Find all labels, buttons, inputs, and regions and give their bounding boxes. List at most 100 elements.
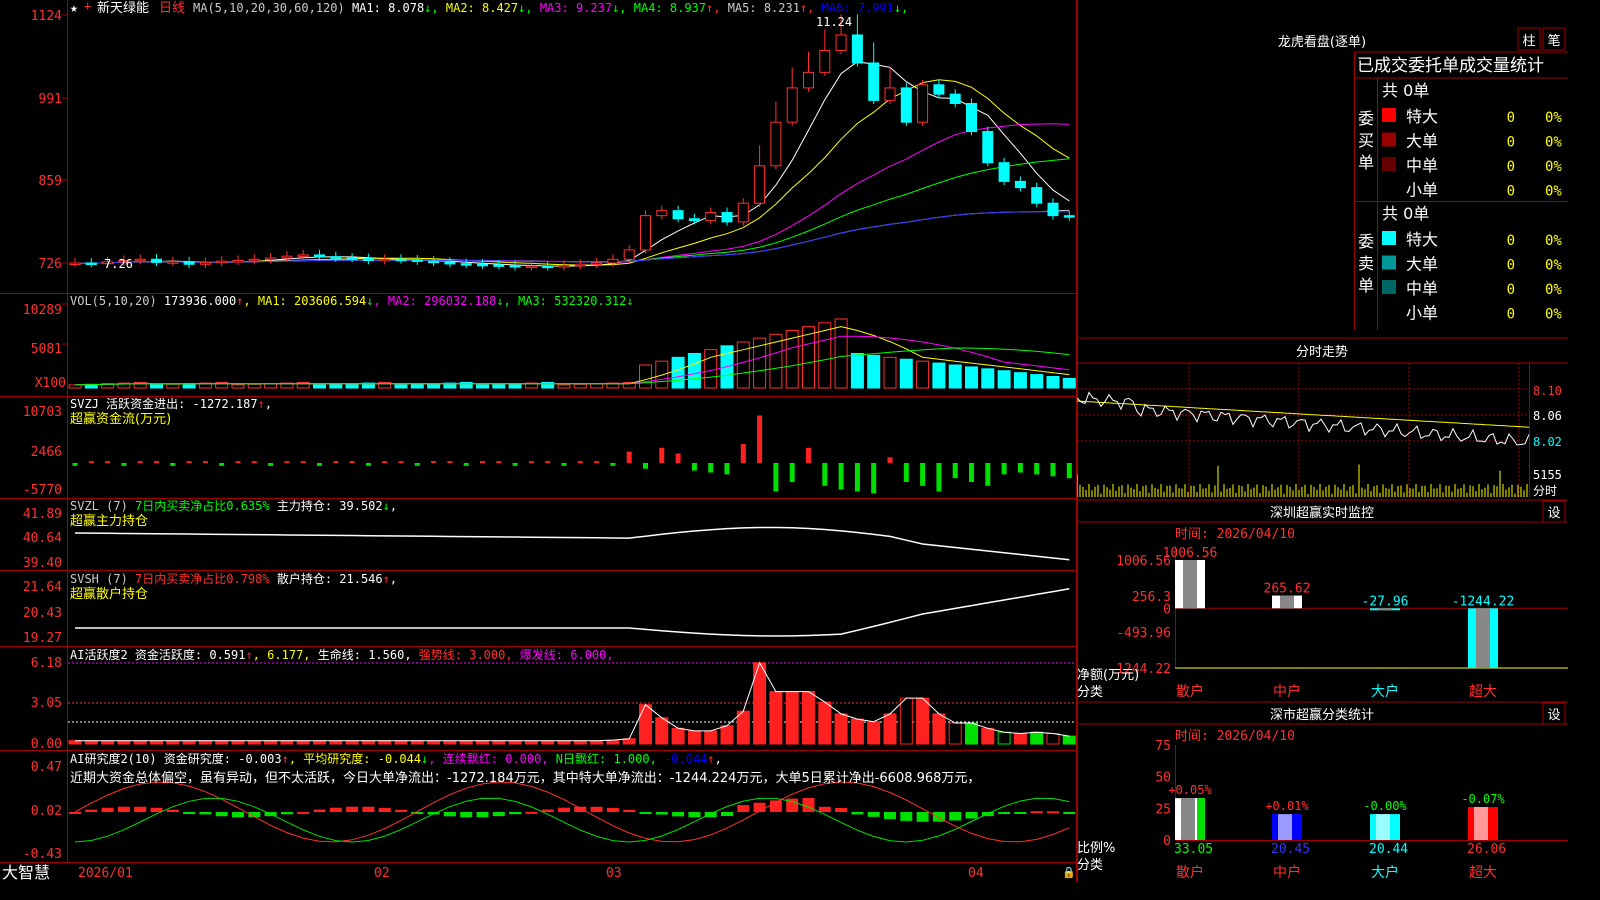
- longhu-total: 共 0单: [1382, 204, 1429, 223]
- research-bar: [525, 811, 538, 814]
- candle-body: [314, 254, 325, 258]
- price-low-label: 7.26: [104, 257, 133, 271]
- candle-body: [558, 265, 570, 268]
- longhu-total: 共 0单: [1382, 81, 1429, 100]
- longhu-legend-swatch: [1382, 132, 1396, 147]
- volume-bar: [247, 383, 261, 389]
- ma-line: [74, 209, 1070, 264]
- research-bar: [395, 809, 407, 812]
- volume-unit-tick[interactable]: X100: [35, 376, 66, 391]
- candle-body: [330, 256, 342, 259]
- classify-tick: 0: [1163, 834, 1171, 849]
- monitor-category: 中户: [1273, 683, 1301, 700]
- ma-values-line: MA(5,10,20,30,60,120) MA1: 8.078↓, MA2: …: [193, 1, 908, 15]
- retail-position-line: [75, 588, 1070, 637]
- longhu-row-name: 大单: [1406, 255, 1438, 274]
- header-segment: 7日内买卖净占比0.798%: [135, 571, 270, 586]
- activity-tick: 0.00: [31, 737, 62, 752]
- ma-line: [74, 211, 1070, 264]
- candle-body: [949, 93, 961, 104]
- flow-bar: [724, 463, 730, 475]
- price-panel: [69, 14, 1075, 271]
- flow-bar: [398, 461, 404, 464]
- activity-bar: [182, 740, 196, 745]
- header-segment: ↓,: [894, 1, 908, 15]
- research-bar: [492, 812, 505, 817]
- volume-tick: 5081: [31, 342, 62, 357]
- svzj-subtitle: 超赢资金流(万元): [70, 411, 171, 427]
- research-bar: [117, 806, 130, 812]
- monitor-title: 深圳超赢实时监控: [1270, 505, 1374, 521]
- volume-bar: [427, 383, 441, 389]
- svzl-subtitle: 超赢主力持仓: [70, 513, 148, 529]
- svzl-header: SVZL (7) 7日内买卖净占比0.635% 主力持仓: 39.502↓,: [70, 498, 397, 513]
- star-icon[interactable]: ★: [70, 1, 78, 16]
- header-segment: AI研究度2(10) 资金研究度: -0.003: [70, 751, 282, 766]
- research-bar: [101, 807, 114, 812]
- research-bar: [818, 806, 831, 812]
- longhu-title: 龙虎看盘(逐单): [1278, 34, 1366, 50]
- longhu-row-name: 中单: [1406, 156, 1438, 175]
- candle-body: [672, 210, 684, 220]
- activity-bar: [231, 740, 245, 745]
- header-segment: 生命线: 1.560,: [311, 647, 412, 662]
- activity-bar: [133, 740, 147, 745]
- activity-bar: [296, 740, 310, 745]
- research-bar: [835, 807, 848, 812]
- activity-bar: [410, 740, 424, 745]
- price-high-label: 11.24: [816, 15, 852, 29]
- candle-body: [591, 262, 603, 266]
- activity-bar: [264, 740, 278, 745]
- volume-bar: [313, 384, 326, 389]
- flow-bar: [1066, 463, 1072, 479]
- monitor-value-label: 265.62: [1264, 582, 1311, 597]
- header-segment: 173936.000: [157, 294, 236, 308]
- research-bar: [541, 809, 554, 812]
- header-segment: 主力持仓: 39.502: [270, 498, 383, 513]
- flow-bar: [708, 463, 714, 473]
- research-bar: [150, 807, 163, 812]
- header-segment: ↓: [383, 499, 390, 513]
- research-bar: [606, 807, 619, 812]
- candle-body: [151, 258, 162, 263]
- classify-ylabel: 比例%: [1077, 841, 1115, 856]
- monitor-settings-button[interactable]: 设: [1542, 500, 1566, 523]
- candle-body: [297, 254, 309, 257]
- classify-settings-button[interactable]: 设: [1542, 702, 1566, 725]
- header-segment: MA3: 9.237: [533, 1, 612, 15]
- volume-bar: [883, 356, 897, 389]
- monitor-settings-label: 设: [1547, 506, 1560, 521]
- activity-bar: [769, 691, 783, 745]
- activity-tick: 6.18: [31, 656, 62, 671]
- svzl-tick: 40.64: [23, 531, 62, 546]
- volume-header: VOL(5,10,20) 173936.000↑, MA1: 203606.59…: [70, 294, 634, 308]
- longhu-row-pct: 0%: [1545, 258, 1562, 274]
- candle-body: [819, 50, 831, 73]
- technical-chart[interactable]: ★ + 新天绿能 日线 MA(5,10,20,30,60,120) MA1: 8…: [0, 0, 1077, 882]
- activity-bar: [948, 722, 962, 745]
- volume-tick: 10289: [23, 303, 62, 318]
- ma-line: [74, 158, 1070, 264]
- candle-body: [851, 34, 863, 64]
- lock-icon[interactable]: 🔒: [1062, 866, 1076, 879]
- volume-bar: [508, 383, 522, 389]
- research-bar: [166, 809, 179, 812]
- activity-bar: [101, 740, 115, 745]
- header-segment: AI活跃度2 资金活跃度: 0.591: [70, 647, 245, 662]
- column-view-label: 柱: [1522, 34, 1535, 49]
- activity-bar: [492, 740, 506, 745]
- x-axis-label: 2026/01: [78, 866, 133, 881]
- candle-body: [1014, 180, 1026, 189]
- research-tick: -0.43: [23, 847, 62, 862]
- tick-view-button[interactable]: 笔: [1542, 27, 1566, 51]
- activity-bar: [1046, 733, 1060, 745]
- candle-body: [688, 218, 700, 222]
- period-label[interactable]: 日线: [159, 1, 185, 16]
- volume-bar: [264, 383, 278, 389]
- monitor-category: 超大: [1469, 684, 1497, 700]
- column-view-button[interactable]: 柱: [1517, 27, 1541, 51]
- svzj-tick: 2466: [31, 445, 62, 460]
- activity-bar: [361, 740, 375, 745]
- research-bar: [916, 812, 929, 822]
- research-bar: [900, 812, 913, 821]
